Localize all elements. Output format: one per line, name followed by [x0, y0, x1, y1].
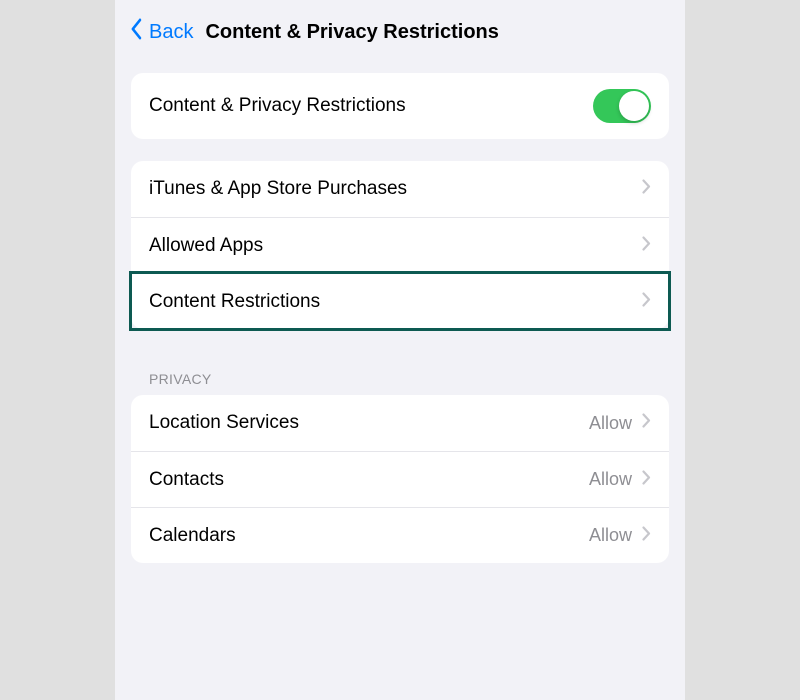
- contacts-row[interactable]: Contacts Allow: [131, 451, 669, 507]
- content-privacy-toggle-row[interactable]: Content & Privacy Restrictions: [131, 73, 669, 139]
- chevron-right-icon: [642, 470, 651, 490]
- chevron-left-icon[interactable]: [130, 18, 141, 47]
- row-label: Content Restrictions: [149, 291, 642, 313]
- location-services-row[interactable]: Location Services Allow: [131, 395, 669, 451]
- row-label: iTunes & App Store Purchases: [149, 178, 642, 200]
- navigation-bar: Back Content & Privacy Restrictions: [115, 0, 685, 63]
- chevron-right-icon: [642, 292, 651, 312]
- row-label: Location Services: [149, 412, 589, 434]
- calendars-row[interactable]: Calendars Allow: [131, 507, 669, 563]
- privacy-section-header: Privacy: [115, 361, 685, 395]
- allowed-apps-row[interactable]: Allowed Apps: [131, 217, 669, 273]
- toggle-section: Content & Privacy Restrictions: [131, 73, 669, 139]
- toggle-label: Content & Privacy Restrictions: [149, 95, 593, 117]
- toggle-knob: [619, 91, 649, 121]
- itunes-app-store-row[interactable]: iTunes & App Store Purchases: [131, 161, 669, 217]
- chevron-right-icon: [642, 179, 651, 199]
- privacy-section: Location Services Allow Contacts Allow C…: [131, 395, 669, 563]
- row-label: Contacts: [149, 469, 589, 491]
- toggle-switch[interactable]: [593, 89, 651, 123]
- settings-screen: Back Content & Privacy Restrictions Cont…: [115, 0, 685, 700]
- row-value: Allow: [589, 413, 632, 434]
- back-button[interactable]: Back: [149, 21, 193, 44]
- row-value: Allow: [589, 469, 632, 490]
- row-label: Allowed Apps: [149, 235, 642, 257]
- chevron-right-icon: [642, 526, 651, 546]
- content-restrictions-row[interactable]: Content Restrictions: [131, 273, 669, 329]
- page-title: Content & Privacy Restrictions: [205, 21, 498, 44]
- chevron-right-icon: [642, 236, 651, 256]
- main-options-section: iTunes & App Store Purchases Allowed App…: [131, 161, 669, 329]
- row-value: Allow: [589, 525, 632, 546]
- row-label: Calendars: [149, 525, 589, 547]
- chevron-right-icon: [642, 413, 651, 433]
